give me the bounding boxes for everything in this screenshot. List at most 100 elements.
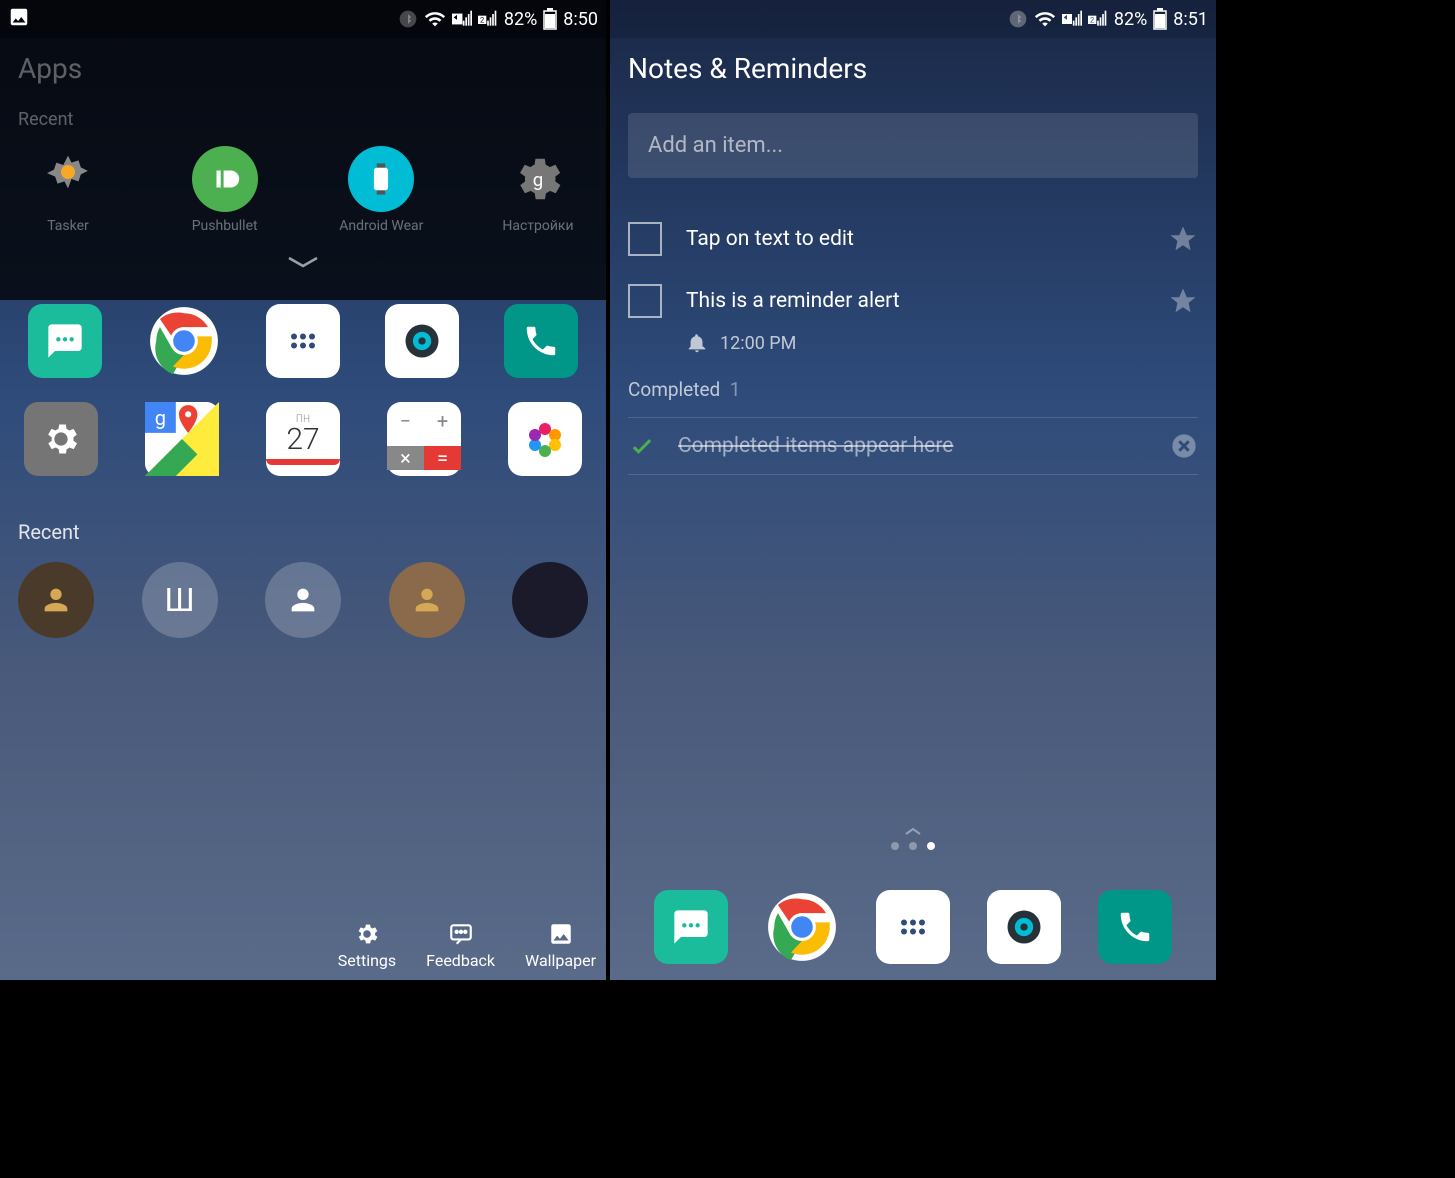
status-bar: 2 82% 8:51 (610, 0, 1216, 38)
contact-avatar[interactable] (512, 562, 588, 638)
close-icon[interactable] (1170, 432, 1198, 460)
calendar-app[interactable]: ПН 27 (266, 402, 340, 476)
note-item: Tap on text to edit (628, 208, 1198, 270)
svg-text:2: 2 (480, 15, 484, 24)
app-settings-google[interactable]: g Настройки (488, 146, 588, 234)
svg-text:2: 2 (1090, 15, 1094, 24)
note-item: This is a reminder alert (628, 270, 1198, 332)
status-bar: 2 82% 8:50 (0, 0, 606, 38)
chat-icon (671, 907, 711, 947)
bluetooth-icon (1008, 9, 1028, 29)
app-pushbullet[interactable]: Pushbullet (175, 146, 275, 234)
recent-apps-label: Recent (18, 109, 588, 130)
completed-header[interactable]: Completed 1 (628, 378, 1198, 401)
camera-app[interactable] (987, 890, 1061, 964)
add-item-input[interactable]: Add an item... (628, 113, 1198, 178)
recent-contacts-label: Recent (18, 520, 588, 544)
note-text[interactable]: Tap on text to edit (686, 227, 1144, 251)
reminder-time-text: 12:00 PM (720, 333, 796, 354)
star-icon[interactable] (1168, 224, 1198, 254)
phone-left-screenshot: 2 82% 8:50 Apps Recent Tasker Pushbullet (0, 0, 606, 980)
chrome-icon (147, 304, 221, 378)
page-dot[interactable] (909, 842, 917, 850)
app-label: Tasker (47, 218, 89, 234)
bell-icon (686, 332, 708, 354)
chevron-up-icon (904, 826, 922, 836)
status-left (8, 6, 30, 33)
app-tasker[interactable]: Tasker (18, 146, 118, 234)
battery-icon (1153, 8, 1167, 30)
apps-grid-icon (895, 909, 931, 945)
wifi-icon (1034, 8, 1056, 30)
apps-grid-icon (285, 323, 321, 359)
camera-app[interactable] (385, 304, 459, 378)
signal-sim1-icon (452, 9, 472, 29)
svg-text:g: g (533, 169, 543, 191)
gallery-icon (521, 415, 569, 463)
camera-icon (400, 319, 444, 363)
status-right: 2 82% 8:51 (1008, 8, 1208, 30)
clock: 8:51 (1173, 9, 1208, 30)
apps-header: Apps (18, 52, 588, 85)
app-label: Android Wear (339, 218, 423, 234)
signal-sim2-icon: 2 (478, 9, 498, 29)
contact-initial: Ш (164, 581, 194, 619)
gear-icon (354, 921, 380, 947)
dock (610, 890, 1216, 964)
settings-app[interactable] (24, 402, 98, 476)
messages-app[interactable] (654, 890, 728, 964)
note-text[interactable]: This is a reminder alert (686, 289, 1144, 313)
picture-icon (8, 6, 30, 28)
phone-right-screenshot: 2 82% 8:51 Notes & Reminders Add an item… (610, 0, 1216, 980)
contact-avatar[interactable]: Ш (142, 562, 218, 638)
check-icon (628, 432, 656, 460)
google-settings-icon: g (505, 146, 571, 212)
status-right: 2 82% 8:50 (398, 8, 598, 30)
app-drawer[interactable] (266, 304, 340, 378)
wifi-icon (424, 8, 446, 30)
gallery-app[interactable] (508, 402, 582, 476)
battery-percent: 82% (504, 9, 537, 30)
page-dot-active[interactable] (927, 842, 935, 850)
note-checkbox[interactable] (628, 222, 662, 256)
settings-action[interactable]: Settings (338, 921, 396, 970)
completed-text[interactable]: Completed items appear here (678, 434, 1148, 458)
phone-app[interactable] (504, 304, 578, 378)
androidwear-icon (348, 146, 414, 212)
feedback-action[interactable]: Feedback (426, 921, 495, 970)
page-dot[interactable] (891, 842, 899, 850)
calculator-app[interactable]: − + × = (387, 402, 461, 476)
phone-app[interactable] (1098, 890, 1172, 964)
chevron-down-icon[interactable] (18, 254, 588, 274)
messages-app[interactable] (28, 304, 102, 378)
person-icon (286, 583, 320, 617)
wallpaper-icon (548, 921, 574, 947)
app-drawer[interactable] (876, 890, 950, 964)
action-label: Wallpaper (525, 951, 596, 970)
person-icon (410, 583, 444, 617)
star-icon[interactable] (1168, 286, 1198, 316)
contact-avatar[interactable] (265, 562, 341, 638)
wallpaper-action[interactable]: Wallpaper (525, 921, 596, 970)
contact-row: Ш (18, 562, 588, 638)
camera-icon (1002, 905, 1046, 949)
chat-icon (45, 321, 85, 361)
chrome-app[interactable] (147, 304, 221, 378)
contact-avatar[interactable] (389, 562, 465, 638)
phone-icon (522, 322, 560, 360)
dock-row-2: g ПН 27 − + × = (18, 402, 588, 476)
chrome-icon (765, 890, 839, 964)
completed-item: Completed items appear here (628, 417, 1198, 475)
reminder-time[interactable]: 12:00 PM (686, 332, 1198, 354)
note-checkbox[interactable] (628, 284, 662, 318)
app-android-wear[interactable]: Android Wear (331, 146, 431, 234)
svg-text:g: g (155, 406, 166, 430)
chrome-app[interactable] (765, 890, 839, 964)
maps-app[interactable]: g (145, 402, 219, 476)
page-indicator (891, 842, 935, 850)
contact-avatar[interactable] (18, 562, 94, 638)
app-label: Pushbullet (192, 218, 258, 234)
battery-percent: 82% (1114, 9, 1147, 30)
app-label: Настройки (502, 218, 573, 234)
maps-icon: g (145, 402, 219, 476)
